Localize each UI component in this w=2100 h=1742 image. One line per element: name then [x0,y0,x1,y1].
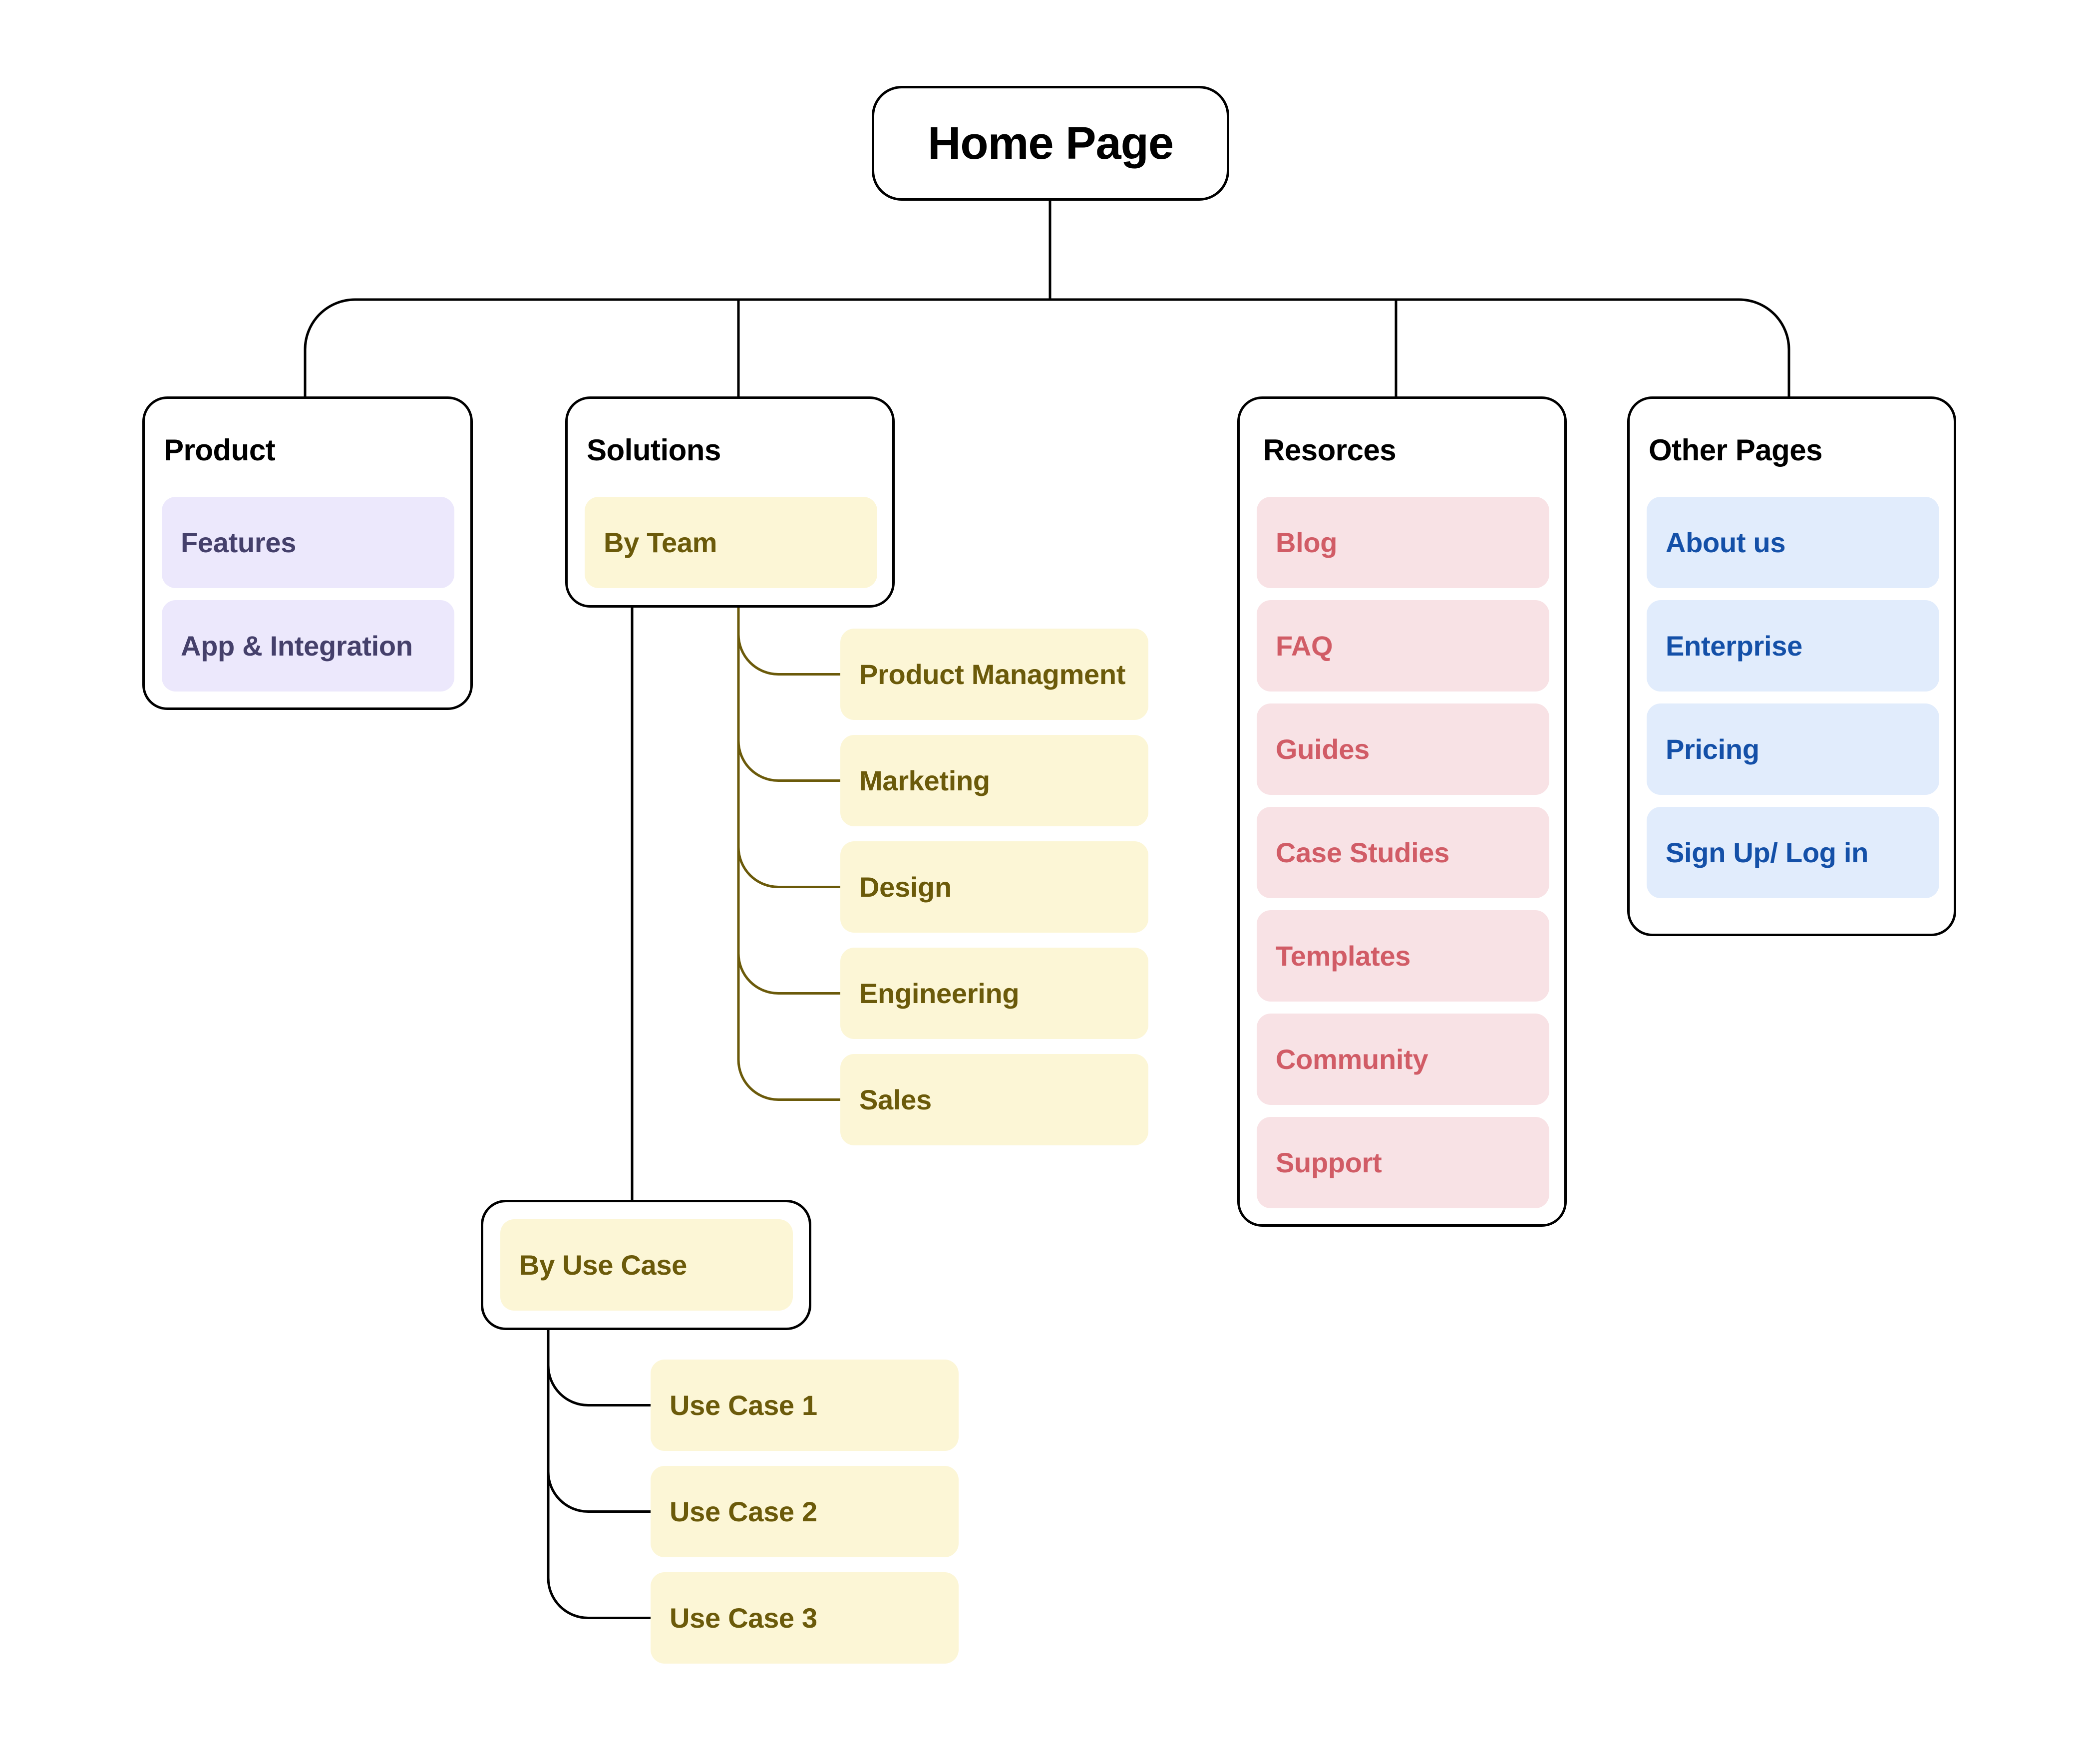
other-item-sign-up-log-in[interactable]: Sign Up/ Log in [1647,807,1939,898]
home-page-title: Home Page [927,117,1174,169]
resources-item-guides[interactable]: Guides [1257,703,1549,795]
team-item-design[interactable]: Design [840,841,1148,933]
by-team-branch-line-4 [737,608,840,995]
by-use-case-section: By Use Case [481,1200,811,1330]
by-team-branch-line-1 [737,608,840,676]
other-pages-section-title: Other Pages [1649,433,1822,467]
by-team-branch-line-3 [737,608,840,888]
resources-item-community[interactable]: Community [1257,1014,1549,1105]
connector-main-bar [304,298,1790,396]
team-item-sales[interactable]: Sales [840,1054,1148,1145]
resources-item-case-studies[interactable]: Case Studies [1257,807,1549,898]
resources-section-title: Resorces [1263,433,1397,467]
other-item-pricing[interactable]: Pricing [1647,703,1939,795]
by-use-case-connectors [547,1330,651,1619]
resources-item-blog[interactable]: Blog [1257,497,1549,588]
by-use-case-branch-line-3 [547,1330,651,1619]
solutions-section: Solutions By Team [565,396,895,608]
product-section-title: Product [164,433,276,467]
solutions-by-team[interactable]: By Team [585,497,877,588]
team-item-product-management[interactable]: Product Managment [840,629,1148,720]
resources-section: Resorces Blog FAQ Guides Case Studies Te… [1237,396,1567,1227]
product-section: Product Features App & Integration [142,396,473,710]
use-case-item-3[interactable]: Use Case 3 [651,1572,959,1664]
other-pages-section: Other Pages About us Enterprise Pricing … [1627,396,1956,936]
other-item-about-us[interactable]: About us [1647,497,1939,588]
product-item-features[interactable]: Features [162,497,454,588]
resources-item-faq[interactable]: FAQ [1257,600,1549,692]
team-item-marketing[interactable]: Marketing [840,735,1148,826]
team-item-engineering[interactable]: Engineering [840,948,1148,1039]
home-page-node[interactable]: Home Page [872,86,1229,201]
by-use-case-branch-line-2 [547,1330,651,1513]
resources-item-templates[interactable]: Templates [1257,910,1549,1002]
resources-item-support[interactable]: Support [1257,1117,1549,1208]
by-team-branch-line-2 [737,608,840,782]
by-team-branch-line-5 [737,608,840,1101]
use-case-item-2[interactable]: Use Case 2 [651,1466,959,1557]
other-item-enterprise[interactable]: Enterprise [1647,600,1939,692]
use-case-item-1[interactable]: Use Case 1 [651,1360,959,1451]
solutions-by-use-case[interactable]: By Use Case [500,1219,793,1311]
by-team-connectors [737,608,840,1101]
solutions-section-title: Solutions [587,433,721,467]
product-item-app-integration[interactable]: App & Integration [162,600,454,692]
by-use-case-branch-line-1 [547,1330,651,1406]
